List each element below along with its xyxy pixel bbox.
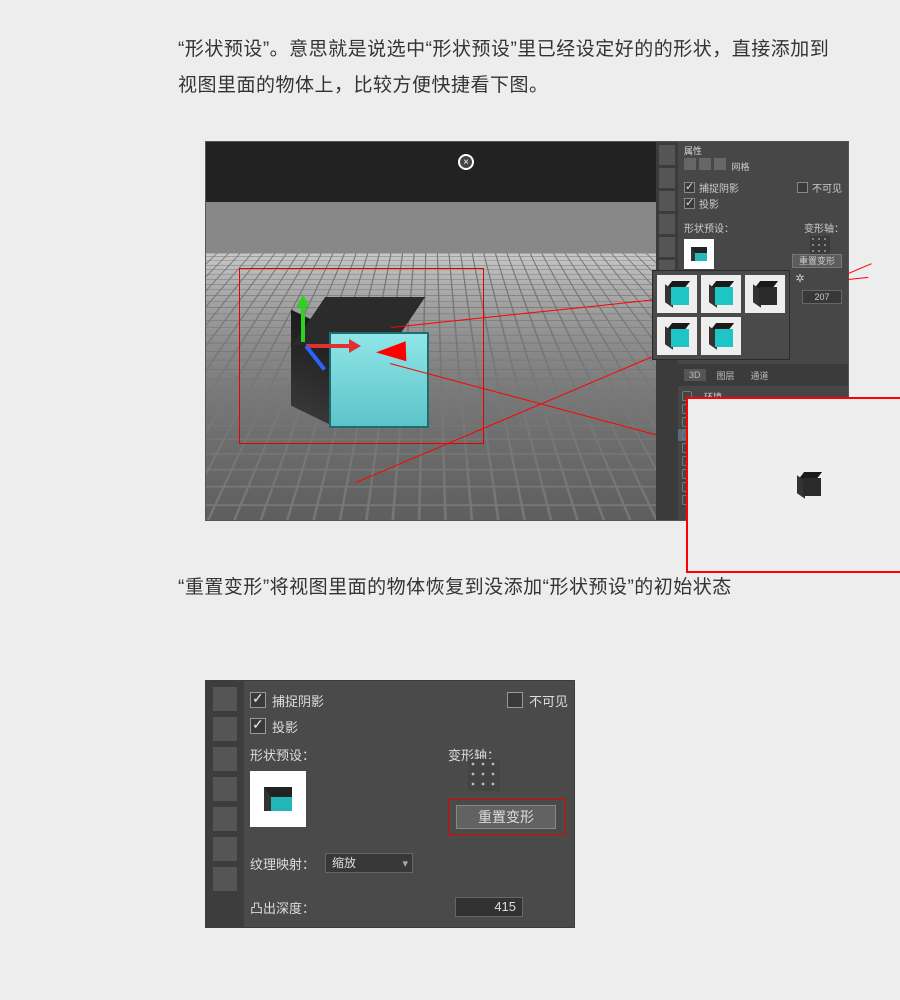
- checkbox-projection[interactable]: [684, 198, 695, 209]
- reset-deform-button[interactable]: 重置变形: [456, 805, 556, 829]
- tool-icon[interactable]: [213, 807, 237, 831]
- 3d-viewport[interactable]: ×: [206, 142, 656, 520]
- tool-icon[interactable]: [659, 237, 675, 257]
- shape-preset-thumb[interactable]: [684, 239, 714, 269]
- label-projection: 投影: [272, 717, 298, 736]
- screenshot-3d-presets: × 属性 网格 捕捉阴影 不可见 投影 形状预设：: [205, 141, 849, 521]
- deform-axis-grid[interactable]: [468, 759, 500, 791]
- gizmo-z-axis[interactable]: [301, 298, 305, 342]
- label-texture-mapping: 纹理映射：: [250, 854, 315, 873]
- label-capture-shadow: 捕捉阴影: [699, 180, 739, 195]
- annotation-arrow-icon: [366, 341, 407, 362]
- row-texture-mapping: 纹理映射： 缩放: [250, 853, 413, 873]
- mode-icon[interactable]: [684, 158, 696, 170]
- preset-item[interactable]: [701, 275, 741, 313]
- tab-channels[interactable]: 通道: [746, 368, 774, 383]
- tool-icon[interactable]: [213, 717, 237, 741]
- tool-icon[interactable]: [659, 145, 675, 165]
- row-invisible: 不可见: [797, 180, 842, 195]
- label-invisible: 不可见: [812, 180, 842, 195]
- panel-mode-icons: 网格: [684, 158, 844, 172]
- label-shape-preset: 形状预设：: [684, 224, 734, 235]
- tool-icon[interactable]: [213, 867, 237, 891]
- label-invisible: 不可见: [529, 691, 568, 710]
- preset-item[interactable]: [657, 317, 697, 355]
- input-extrude-depth[interactable]: 415: [455, 897, 523, 917]
- tool-icon[interactable]: [213, 747, 237, 771]
- panel-title: 属性: [684, 144, 702, 157]
- screenshot-reset-deform: 捕捉阴影 不可见 投影 形状预设： 变形轴： 重置变形 纹理映射： 缩放 凸出深…: [205, 680, 575, 928]
- tool-icon[interactable]: [213, 777, 237, 801]
- reset-deform-button[interactable]: 重置变形: [792, 254, 842, 268]
- 3d-cube-object[interactable]: [291, 297, 431, 437]
- mode-icon[interactable]: [699, 158, 711, 170]
- row-extrude-depth: 凸出深度： 415: [250, 897, 523, 917]
- tab-3d[interactable]: 3D: [684, 369, 706, 381]
- mode-icon[interactable]: [714, 158, 726, 170]
- shape-preset-thumb[interactable]: [250, 771, 306, 827]
- row-capture-shadow: 捕捉阴影: [684, 180, 739, 195]
- checkbox-capture-shadow[interactable]: [250, 692, 266, 708]
- close-icon[interactable]: ×: [458, 154, 474, 170]
- tool-icon[interactable]: [659, 214, 675, 234]
- preset-item[interactable]: [657, 275, 697, 313]
- label-extrude-depth: 凸出深度：: [250, 898, 315, 917]
- preset-item[interactable]: [745, 275, 785, 313]
- deform-axis-grid[interactable]: [810, 236, 830, 256]
- row-projection: 投影: [250, 713, 568, 739]
- paragraph-1: “形状预设”。意思就是说选中“形状预设”里已经设定好的的形状，直接添加到视图里面…: [178, 32, 838, 104]
- tool-icon[interactable]: [213, 837, 237, 861]
- preset-item[interactable]: [701, 317, 741, 355]
- tab-mesh[interactable]: 网格: [732, 162, 750, 172]
- gizmo-x-axis[interactable]: [306, 344, 358, 348]
- row-capture-shadow: 捕捉阴影 不可见: [250, 687, 568, 713]
- panel-tabs: 3D 图层 通道: [678, 364, 848, 386]
- select-texture-mapping[interactable]: 缩放: [325, 853, 413, 873]
- tool-icon[interactable]: [659, 191, 675, 211]
- checkbox-invisible[interactable]: [507, 692, 523, 708]
- checkbox-invisible[interactable]: [797, 182, 808, 193]
- paragraph-2: “重置变形”将视图里面的物体恢复到没添加“形状预设”的初始状态: [178, 570, 778, 606]
- tool-column: [206, 681, 244, 927]
- checkbox-capture-shadow[interactable]: [684, 182, 695, 193]
- label-shape-preset: 形状预设：: [250, 745, 315, 764]
- label-projection: 投影: [699, 196, 719, 211]
- label-deform-axis: 变形轴：: [804, 220, 844, 235]
- gear-icon[interactable]: ✲: [794, 272, 806, 284]
- tool-icon[interactable]: [659, 168, 675, 188]
- tab-layers[interactable]: 图层: [712, 368, 740, 383]
- shape-preset-flyout: [652, 270, 790, 360]
- numeric-field[interactable]: 207: [802, 290, 842, 304]
- checkbox-projection[interactable]: [250, 718, 266, 734]
- row-projection: 投影: [684, 196, 719, 211]
- tool-icon[interactable]: [213, 687, 237, 711]
- label-capture-shadow: 捕捉阴影: [272, 691, 324, 710]
- preset-item-selected[interactable]: [686, 397, 900, 573]
